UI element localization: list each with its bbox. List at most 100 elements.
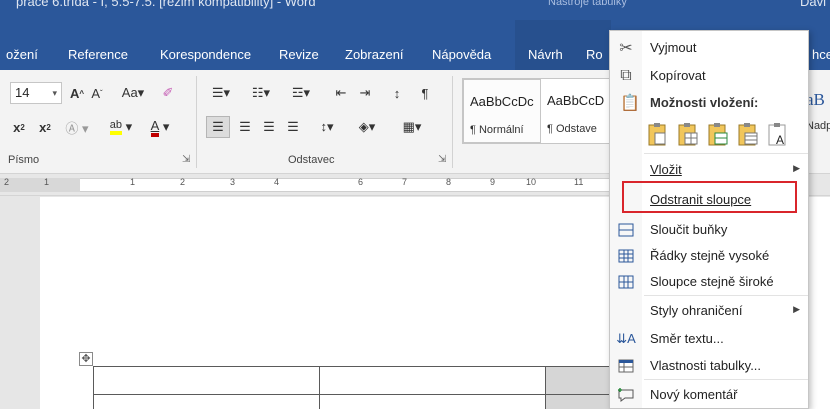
word-window: práce 6.třída - I, 5.5-7.5. [režim kompa… (0, 0, 830, 409)
tab-help[interactable]: Nápověda (432, 47, 491, 62)
paste-text-only-icon[interactable]: A (766, 121, 790, 147)
table-cell[interactable] (93, 366, 320, 395)
multilevel-list-icon[interactable]: ☲▾ (284, 82, 318, 104)
pilcrow-icon[interactable]: ¶ (414, 82, 436, 104)
ruler-mark: 6 (358, 177, 364, 187)
borders-icon[interactable]: ▦▾ (392, 116, 432, 138)
menu-item-distribute-columns[interactable]: Sloupce stejně široké (610, 269, 808, 295)
font-color-icon[interactable]: A ▾ (144, 116, 176, 138)
ruler-mark: 2 (180, 177, 186, 187)
text-direction-icon: ⇊A (616, 331, 636, 346)
ruler-mark: 1 (44, 177, 50, 187)
style-list-paragraph[interactable]: AaBbCcD ¶ Odstave (541, 79, 619, 143)
ruler-margin (0, 178, 80, 192)
menu-item-label: Směr textu... (650, 331, 724, 346)
menu-item-label: Vlastnosti tabulky... (650, 358, 762, 373)
merge-cells-icon (616, 220, 636, 240)
font-size-box[interactable]: 14 ▾ (10, 82, 62, 104)
style-heading-name[interactable]: Nadp (806, 120, 830, 132)
menu-item-label: Styly ohraničení (650, 303, 743, 318)
bullets-icon[interactable]: ☰▾ (204, 82, 238, 104)
sort-icon[interactable]: ↕ (386, 82, 408, 104)
ruler-mark: 7 (402, 177, 408, 187)
menu-item-cut[interactable]: ✂ Vyjmout (610, 35, 808, 61)
menu-item-new-comment[interactable]: Nový komentář (610, 382, 808, 408)
tab-table-layout[interactable]: Ro (586, 47, 603, 62)
ruler-mark: 3 (230, 177, 236, 187)
paste-merge-table-icon[interactable] (706, 121, 730, 147)
menu-item-border-styles[interactable]: Styly ohraničení ▶ (610, 298, 808, 324)
clipboard-icon: 📋 (620, 95, 640, 112)
menu-item-text-direction[interactable]: ⇊A Směr textu... (610, 326, 808, 352)
group-separator (196, 76, 197, 168)
user-name[interactable]: Davi (800, 0, 826, 9)
document-title: práce 6.třída - I, 5.5-7.5. [režim kompa… (16, 0, 316, 9)
menu-item-distribute-rows[interactable]: Řádky stejně vysoké (610, 243, 808, 269)
menu-item-label: Řádky stejně vysoké (650, 248, 770, 263)
highlight-box (622, 181, 797, 213)
ruler-mark: 4 (274, 177, 280, 187)
new-comment-icon (616, 385, 636, 405)
menu-item-label: Vyjmout (650, 40, 697, 55)
align-right-icon[interactable]: ☰ (258, 116, 280, 138)
group-paragraph-label: Odstavec (288, 154, 335, 166)
align-left-icon[interactable]: ☰ (206, 116, 230, 138)
menu-item-label: Sloučit buňky (650, 222, 728, 237)
paste-insert-rows-icon[interactable] (736, 121, 760, 147)
tab-mailings[interactable]: Korespondence (160, 47, 251, 62)
text-effects-icon[interactable]: Ⓐ ▾ (62, 116, 92, 138)
paste-keep-source-icon[interactable] (646, 121, 670, 147)
shading-icon[interactable]: ◈▾ (350, 116, 384, 138)
group-font-label: Písmo (8, 154, 40, 166)
decrease-indent-icon[interactable]: ⇤ (330, 82, 352, 104)
change-case-icon[interactable]: Aa▾ (118, 82, 148, 104)
shrink-font-icon[interactable]: Aˇ (88, 82, 106, 104)
distribute-columns-icon (616, 272, 636, 292)
menu-item-copy[interactable]: ⧉ Kopírovat (610, 63, 808, 89)
tab-view[interactable]: Zobrazení (345, 47, 404, 62)
tab-layout[interactable]: ožení (6, 47, 38, 62)
ruler-mark: 8 (446, 177, 452, 187)
context-menu: ✂ Vyjmout ⧉ Kopírovat 📋 Možnosti vložení… (609, 30, 809, 409)
clear-formatting-icon[interactable]: ✐ (158, 82, 178, 104)
ruler-mark: 9 (490, 177, 496, 187)
style-name: ¶ Normální (470, 124, 524, 136)
subscript-icon[interactable]: x2 (8, 116, 30, 138)
table-move-handle-icon[interactable]: ✥ (79, 352, 93, 366)
align-center-icon[interactable]: ☰ (234, 116, 256, 138)
table-cell[interactable] (93, 394, 320, 409)
svg-text:A: A (776, 133, 784, 147)
menu-separator (644, 379, 808, 380)
ruler-mark: 10 (526, 177, 537, 187)
ruler-mark: 1 (130, 177, 136, 187)
tab-review[interactable]: Revize (279, 47, 319, 62)
increase-indent-icon[interactable]: ⇥ (354, 82, 376, 104)
menu-item-insert[interactable]: Vložit ▶ (610, 157, 808, 183)
line-spacing-icon[interactable]: ↕▾ (312, 116, 342, 138)
scissors-icon: ✂ (619, 40, 633, 57)
numbering-icon[interactable]: ☷▾ (244, 82, 278, 104)
tab-tell-me[interactable]: hce (812, 47, 830, 62)
style-sample: AaBbCcDc (470, 94, 534, 109)
tab-design[interactable]: Návrh (528, 47, 563, 62)
table-tools-zone (515, 20, 611, 70)
distribute-rows-icon (616, 246, 636, 266)
table-cell[interactable] (319, 394, 546, 409)
superscript-icon[interactable]: x2 (34, 116, 56, 138)
paragraph-dialog-launcher-icon[interactable]: ⇲ (438, 154, 446, 165)
font-dialog-launcher-icon[interactable]: ⇲ (182, 154, 190, 165)
chevron-down-icon: ▾ (52, 88, 57, 98)
menu-item-merge-cells[interactable]: Sloučit buňky (610, 217, 808, 243)
justify-icon[interactable]: ☰ (282, 116, 304, 138)
group-separator (452, 76, 453, 168)
title-bar: práce 6.třída - I, 5.5-7.5. [režim kompa… (0, 0, 830, 20)
grow-font-icon[interactable]: A ^ (68, 82, 86, 104)
menu-item-table-properties[interactable]: Vlastnosti tabulky... (610, 353, 808, 379)
table-cell[interactable] (319, 366, 546, 395)
paste-nested-table-icon[interactable] (676, 121, 700, 147)
menu-item-label: Vložit (650, 162, 682, 177)
highlight-color-icon[interactable]: ab ▾ (104, 116, 138, 138)
tab-references[interactable]: Reference (68, 47, 128, 62)
submenu-arrow-icon: ▶ (793, 163, 800, 173)
style-normal[interactable]: AaBbCcDc ¶ Normální (463, 79, 541, 143)
